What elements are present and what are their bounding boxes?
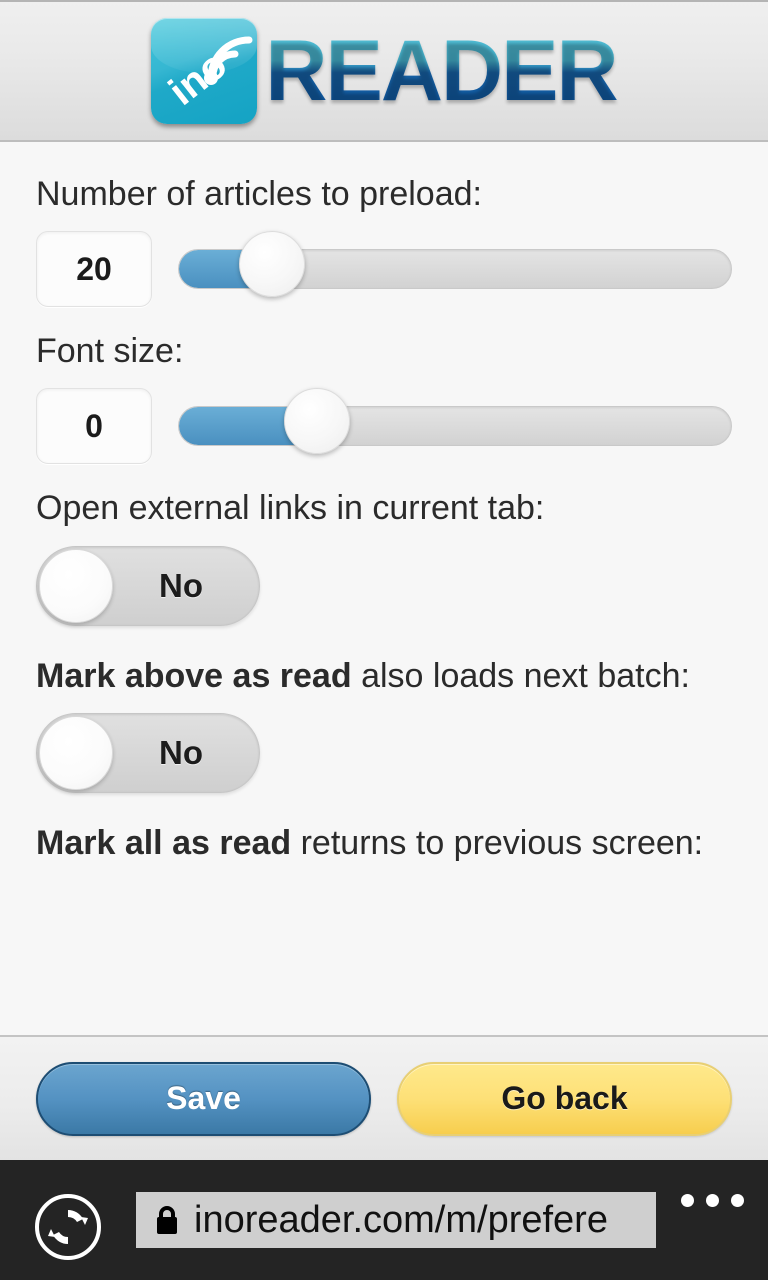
mark-above-toggle-knob[interactable] bbox=[39, 715, 113, 790]
page-header: ino READER bbox=[0, 0, 768, 142]
logo-wordmark: READER bbox=[265, 23, 618, 119]
url-text: inoreader.com/m/prefere bbox=[194, 1198, 608, 1241]
mark-above-label-rest: also loads next batch: bbox=[351, 656, 690, 695]
refresh-icon[interactable] bbox=[33, 1192, 103, 1262]
font-size-value-input[interactable]: 0 bbox=[36, 388, 152, 465]
preload-slider-handle[interactable] bbox=[239, 231, 306, 298]
font-size-slider-handle[interactable] bbox=[283, 388, 350, 455]
font-size-slider[interactable] bbox=[178, 388, 732, 464]
external-links-label: Open external links in current tab: bbox=[36, 489, 545, 528]
more-menu-icon[interactable] bbox=[681, 1194, 744, 1207]
save-button[interactable]: Save bbox=[36, 1061, 371, 1136]
mark-above-label-bold: Mark above as read bbox=[36, 656, 352, 695]
go-back-button[interactable]: Go back bbox=[397, 1061, 732, 1136]
mark-all-label: Mark all as read returns to previous scr… bbox=[36, 821, 732, 866]
font-size-label: Font size: bbox=[36, 332, 184, 371]
preload-label: Number of articles to preload: bbox=[36, 175, 482, 213]
mark-above-toggle[interactable]: No bbox=[36, 712, 260, 793]
preload-slider[interactable] bbox=[178, 231, 732, 307]
lock-icon bbox=[154, 1204, 180, 1236]
mark-above-label: Mark above as read also loads next batch… bbox=[36, 654, 732, 699]
font-size-slider-row: 0 bbox=[36, 388, 732, 465]
external-links-toggle-knob[interactable] bbox=[39, 548, 113, 623]
form-footer: Save Go back bbox=[0, 1035, 768, 1160]
svg-text:ino: ino bbox=[161, 42, 235, 114]
mark-all-label-rest: returns to previous screen: bbox=[291, 823, 704, 862]
font-size-slider-track[interactable] bbox=[178, 406, 732, 447]
preload-value-input[interactable]: 20 bbox=[36, 231, 152, 308]
mobile-browser-window: ino READER Number of articles to preload… bbox=[0, 0, 768, 1280]
url-bar[interactable]: inoreader.com/m/prefere bbox=[136, 1192, 656, 1248]
mark-all-label-bold: Mark all as read bbox=[36, 823, 292, 862]
inoreader-logo: ino READER bbox=[151, 18, 619, 124]
preferences-form: Number of articles to preload: 20 Font s… bbox=[0, 142, 768, 1035]
preload-slider-row: 20 bbox=[36, 231, 732, 308]
inoreader-logo-icon: ino bbox=[151, 18, 258, 124]
browser-chrome: inoreader.com/m/prefere bbox=[0, 1160, 768, 1280]
external-links-toggle[interactable]: No bbox=[36, 545, 260, 626]
